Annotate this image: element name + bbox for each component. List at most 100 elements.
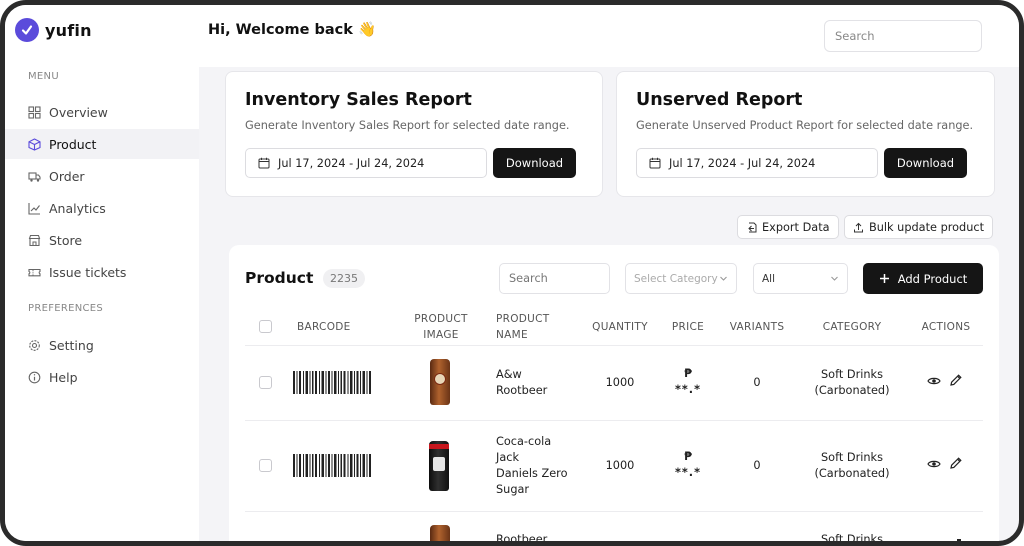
product-variants: 0 [753, 459, 761, 472]
product-quantity: 1000 [605, 376, 635, 389]
inventory-sales-report-card: Inventory Sales Report Generate Inventor… [225, 71, 603, 197]
product-price: ₱ **.* [674, 367, 701, 396]
column-header-actions: ACTIONS [921, 321, 971, 333]
download-inventory-report-button[interactable]: Download [493, 148, 576, 178]
sidebar-item-analytics[interactable]: Analytics [5, 193, 199, 223]
bulk-update-product-button[interactable]: Bulk update product [844, 215, 994, 239]
product-image [430, 359, 450, 405]
edit-pencil-icon[interactable] [949, 456, 963, 470]
product-category: Soft Drinks [821, 533, 883, 546]
add-product-label: Add Product [897, 271, 968, 286]
category-select[interactable]: Select Category [625, 263, 737, 294]
barcode-image [293, 454, 371, 477]
gear-icon [28, 339, 41, 352]
app-name: yufin [45, 20, 92, 40]
product-search-input[interactable] [499, 263, 610, 294]
calendar-icon [649, 157, 661, 169]
sidebar-item-label: Product [49, 136, 97, 152]
download-unserved-report-button[interactable]: Download [884, 148, 967, 178]
product-category: Soft Drinks (Carbonated) [814, 368, 890, 397]
add-product-button[interactable]: Add Product [863, 263, 983, 294]
product-name: A&w Rootbeer [496, 368, 548, 397]
product-quantity: 1000 [605, 459, 635, 472]
bulk-update-label: Bulk update product [869, 220, 985, 234]
product-name: Coca-cola Jack Daniels Zero Sugar [496, 435, 568, 496]
date-range-picker[interactable]: Jul 17, 2024 - Jul 24, 2024 [245, 148, 487, 178]
product-name: Rootbeer [496, 533, 548, 546]
sidebar-item-label: Order [49, 168, 85, 184]
sidebar-item-label: Help [49, 369, 78, 385]
view-eye-icon[interactable] [927, 374, 941, 388]
row-checkbox[interactable] [259, 376, 272, 389]
info-icon [28, 371, 41, 384]
sidebar-item-store[interactable]: Store [5, 225, 199, 255]
row-divider [245, 420, 983, 421]
product-image [429, 441, 449, 491]
product-count-badge: 2235 [323, 269, 365, 288]
product-image [430, 525, 450, 541]
preferences-section-label: PREFERENCES [28, 303, 104, 314]
row-divider [245, 511, 983, 512]
upload-icon [854, 222, 863, 232]
product-table-panel: Product 2235 Select Category All Add Pro… [229, 245, 999, 546]
app-window: yufin MENU Overview Product Order Analyt… [0, 0, 1024, 546]
select-all-checkbox[interactable] [259, 320, 272, 333]
cube-icon [28, 137, 41, 151]
sidebar-item-issue-tickets[interactable]: Issue tickets [5, 257, 199, 287]
product-section-title: Product [245, 269, 314, 287]
store-icon [28, 234, 41, 247]
card-subtitle: Generate Unserved Product Report for sel… [636, 119, 974, 132]
sidebar-item-label: Analytics [49, 200, 106, 216]
sidebar: yufin MENU Overview Product Order Analyt… [5, 5, 199, 541]
ticket-icon [28, 266, 41, 279]
sidebar-item-label: Issue tickets [49, 264, 127, 280]
export-data-label: Export Data [762, 220, 830, 234]
column-header-barcode: BARCODE [297, 321, 351, 333]
edit-pencil-icon[interactable] [949, 373, 963, 387]
date-range-value: Jul 17, 2024 - Jul 24, 2024 [669, 156, 816, 170]
category-select-value: Select Category [634, 272, 718, 285]
sidebar-item-product[interactable]: Product [5, 129, 199, 159]
truck-icon [28, 170, 41, 183]
card-title: Unserved Report [636, 90, 803, 110]
column-header-variants: VARIANTS [729, 321, 785, 333]
calendar-icon [258, 157, 270, 169]
status-filter-select[interactable]: All [753, 263, 848, 294]
sidebar-item-overview[interactable]: Overview [5, 97, 199, 127]
row-checkbox[interactable] [259, 459, 272, 472]
column-header-price: PRICE [671, 321, 705, 333]
column-header-product-image: PRODUCT IMAGE [414, 313, 468, 341]
card-title: Inventory Sales Report [245, 90, 472, 110]
sidebar-item-help[interactable]: Help [5, 362, 199, 392]
export-data-button[interactable]: Export Data [737, 215, 839, 239]
unserved-report-card: Unserved Report Generate Unserved Produc… [616, 71, 995, 197]
chart-icon [28, 202, 41, 215]
column-header-product-name: PRODUCT NAME [496, 313, 550, 341]
grid-icon [28, 105, 41, 119]
view-eye-icon[interactable] [927, 457, 941, 471]
chevron-down-icon [831, 276, 838, 281]
menu-section-label: MENU [28, 71, 59, 82]
logo[interactable]: yufin [15, 18, 92, 42]
sidebar-item-setting[interactable]: Setting [5, 330, 199, 360]
logo-mark-icon [15, 18, 39, 42]
card-subtitle: Generate Inventory Sales Report for sele… [245, 119, 570, 132]
welcome-greeting: Hi, Welcome back 👋 [208, 22, 376, 38]
date-range-value: Jul 17, 2024 - Jul 24, 2024 [278, 156, 425, 170]
column-header-quantity: QUANTITY [592, 321, 648, 333]
plus-icon [879, 274, 889, 283]
global-search-input[interactable] [824, 20, 982, 52]
date-range-picker[interactable]: Jul 17, 2024 - Jul 24, 2024 [636, 148, 878, 178]
product-price: ₱ **.* [674, 450, 701, 479]
sidebar-item-label: Setting [49, 337, 94, 353]
status-filter-value: All [762, 272, 776, 285]
sidebar-item-label: Store [49, 232, 83, 248]
product-variants: 0 [753, 376, 761, 389]
row-action-fragment [957, 539, 961, 541]
export-icon [748, 222, 757, 232]
sidebar-item-label: Overview [49, 104, 108, 120]
sidebar-item-order[interactable]: Order [5, 161, 199, 191]
barcode-image [293, 371, 371, 394]
row-divider [245, 345, 983, 346]
chevron-down-icon [720, 276, 727, 281]
